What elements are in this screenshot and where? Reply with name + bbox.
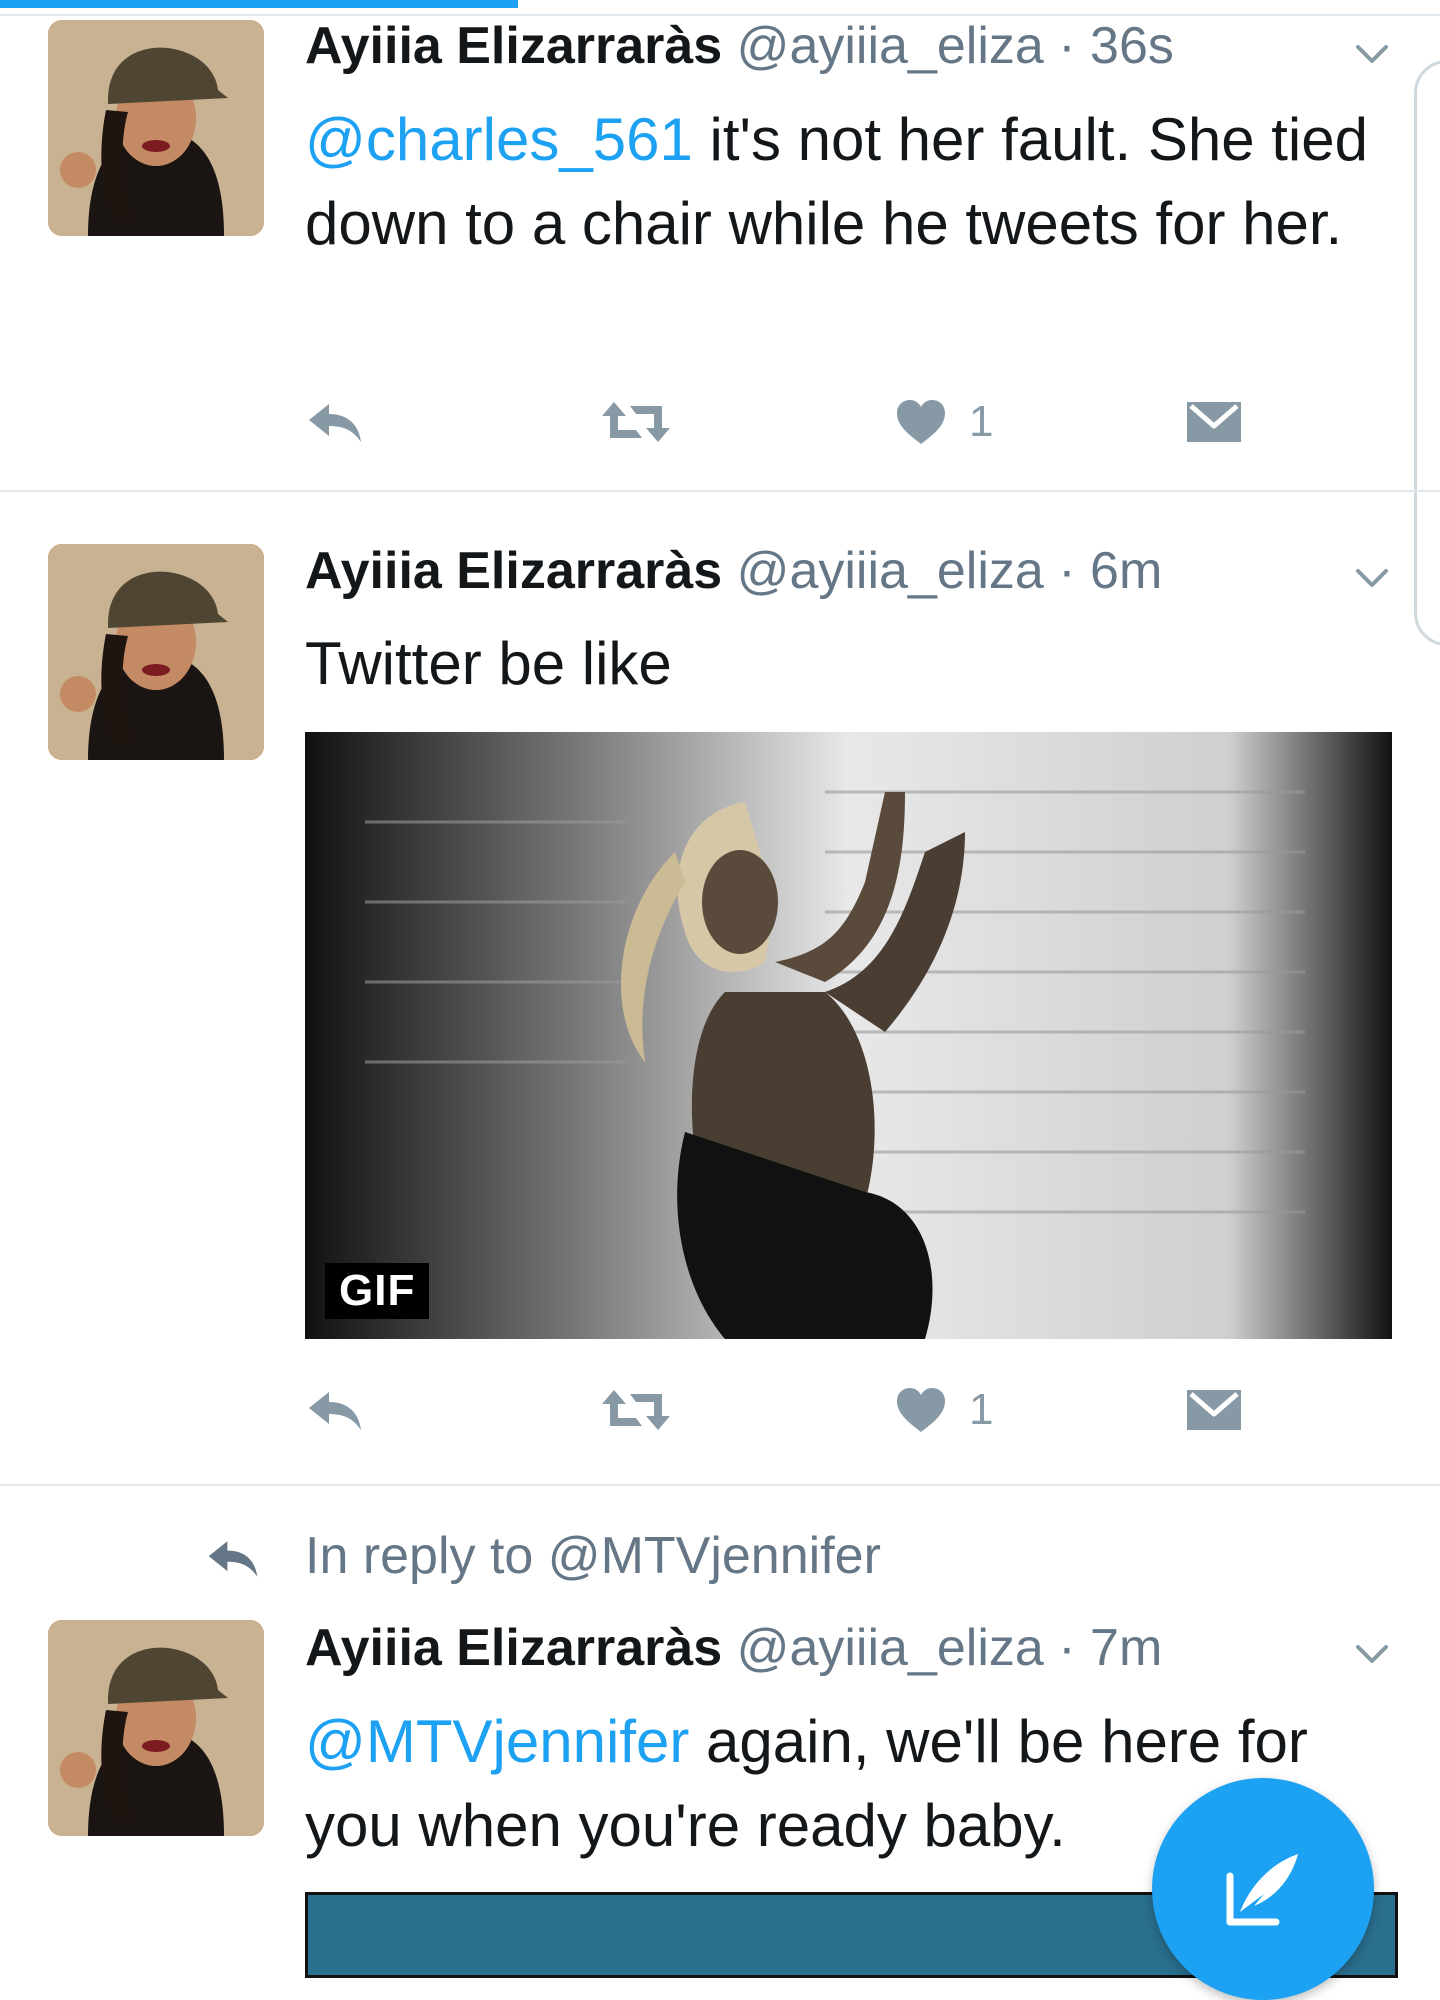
author-handle[interactable]: @ayiiia_eliza	[737, 1619, 1044, 1677]
loading-progress-bar	[0, 0, 518, 8]
compose-tweet-icon	[1226, 1854, 1298, 1926]
tweet-divider	[0, 490, 1440, 492]
direct-message-button[interactable]	[1185, 1380, 1243, 1440]
author-name[interactable]: Ayiiia Elizarraràs	[305, 542, 722, 600]
tweet-timestamp[interactable]: · 6m	[1058, 542, 1162, 600]
author-handle[interactable]: @ayiiia_eliza	[737, 542, 1044, 600]
reply-context[interactable]: In reply to @MTVjennifer	[305, 1526, 881, 1586]
retweet-icon	[602, 402, 670, 442]
retweet-button[interactable]	[600, 392, 672, 452]
chevron-down-icon[interactable]	[1352, 558, 1392, 598]
author-name[interactable]: Ayiiia Elizarraràs	[305, 17, 722, 75]
gif-image	[305, 732, 1392, 1339]
gif-media[interactable]: GIF	[305, 732, 1392, 1339]
tweet-text: Twitter be like	[305, 630, 672, 697]
tweet-text: @charles_561 it's not her fault. She tie…	[305, 98, 1405, 266]
author-handle[interactable]: @ayiiia_eliza	[737, 17, 1044, 75]
retweet-button[interactable]	[600, 1380, 672, 1440]
tweet-header: Ayiiia Elizarraràs @ayiiia_eliza · 7m	[305, 1618, 1162, 1678]
tweet-actions: 1	[305, 392, 1265, 452]
avatar[interactable]	[48, 1620, 264, 1836]
tweet-header: Ayiiia Elizarraràs @ayiiia_eliza · 6m	[305, 541, 1162, 601]
chevron-down-icon[interactable]	[1352, 1634, 1392, 1674]
direct-message-button[interactable]	[1185, 392, 1243, 452]
like-count: 1	[969, 1385, 994, 1434]
envelope-icon	[1187, 402, 1241, 442]
retweet-icon	[602, 1390, 670, 1430]
compose-tweet-button[interactable]	[1152, 1778, 1374, 2000]
like-count: 1	[969, 397, 994, 446]
tweet-divider	[0, 1484, 1440, 1486]
reply-context-icon	[208, 1541, 258, 1577]
heart-icon	[897, 400, 945, 444]
tweet-actions: 1	[305, 1380, 1265, 1440]
like-button[interactable]: 1	[895, 392, 993, 452]
tweet-timestamp[interactable]: · 7m	[1058, 1619, 1162, 1677]
reply-button[interactable]	[305, 392, 365, 452]
reply-icon	[309, 404, 361, 442]
mention-link[interactable]: @MTVjennifer	[305, 1708, 689, 1775]
tweet-timestamp[interactable]: · 36s	[1058, 17, 1174, 75]
reply-button[interactable]	[305, 1380, 365, 1440]
author-name[interactable]: Ayiiia Elizarraràs	[305, 1619, 722, 1677]
like-button[interactable]: 1	[895, 1380, 993, 1440]
scroll-edge-indicator	[1414, 60, 1440, 646]
chevron-down-icon[interactable]	[1352, 34, 1392, 74]
avatar[interactable]	[48, 544, 264, 760]
gif-badge: GIF	[325, 1263, 430, 1319]
mention-link[interactable]: @charles_561	[305, 106, 693, 173]
reply-icon	[309, 1392, 361, 1430]
avatar[interactable]	[48, 20, 264, 236]
heart-icon	[897, 1388, 945, 1432]
tweet-header: Ayiiia Elizarraràs @ayiiia_eliza · 36s	[305, 16, 1174, 76]
envelope-icon	[1187, 1390, 1241, 1430]
